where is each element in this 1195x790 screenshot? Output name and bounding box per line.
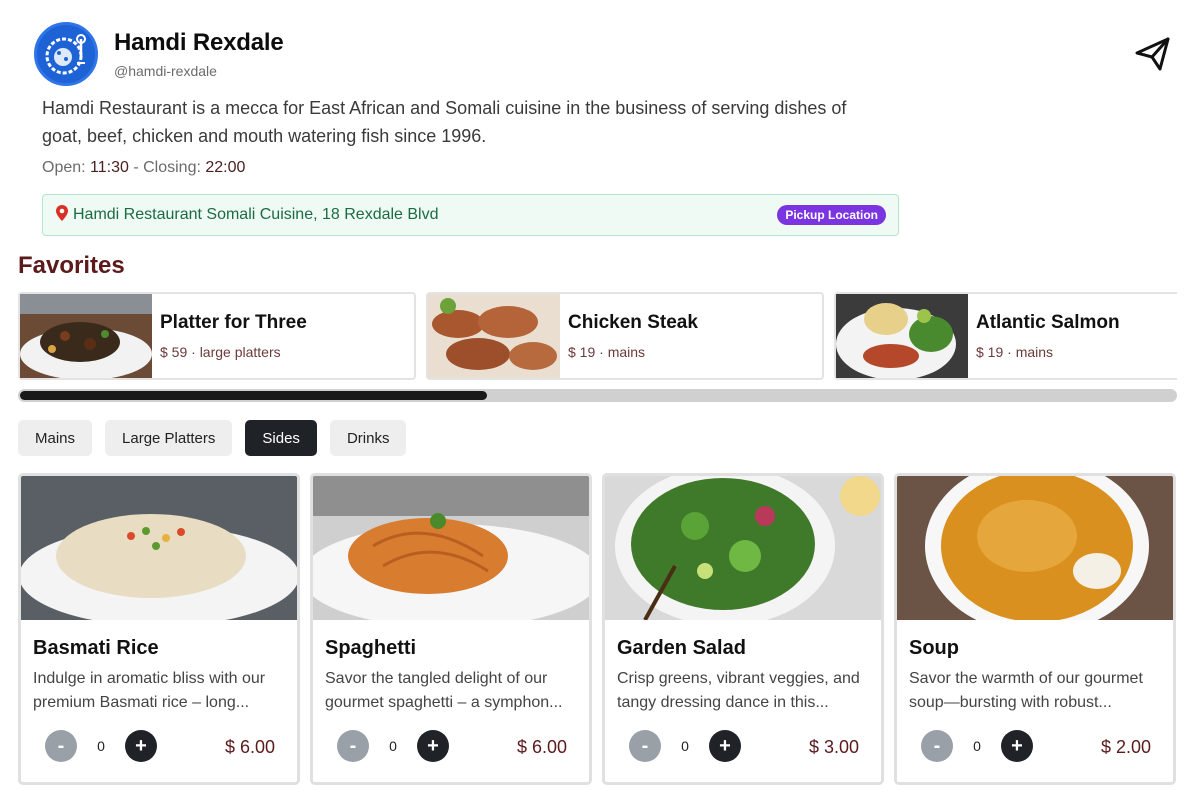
favorite-name: Chicken Steak <box>568 312 698 333</box>
quantity-stepper: - 0 + <box>337 730 449 762</box>
scrollbar-thumb[interactable] <box>20 391 487 400</box>
product-image <box>21 476 297 620</box>
product-price: $ 3.00 <box>808 737 859 757</box>
favorite-meta: $ 19 · mains <box>568 344 646 360</box>
favorites-carousel[interactable]: Platter for Three $ 59 · large platters … <box>18 292 1177 380</box>
favorite-name: Atlantic Salmon <box>976 312 1120 333</box>
product-description: Savor the tangled delight of our gourmet… <box>325 667 581 715</box>
restaurant-header: Hamdi Rexdale @hamdi-rexdale <box>34 22 284 86</box>
product-description-line: gourmet spaghetti – a symphon... <box>325 694 563 711</box>
product-description-line: soup—bursting with robust... <box>909 694 1112 711</box>
pickup-location-bar[interactable]: Hamdi Restaurant Somali Cuisine, 18 Rexd… <box>42 194 899 236</box>
location-address: Hamdi Restaurant Somali Cuisine, 18 Rexd… <box>73 206 439 223</box>
favorite-card[interactable]: Platter for Three $ 59 · large platters <box>18 292 416 380</box>
increase-quantity-button[interactable]: + <box>709 730 741 762</box>
increase-quantity-button[interactable]: + <box>1001 730 1033 762</box>
decrease-quantity-button[interactable]: - <box>921 730 953 762</box>
favorite-card[interactable]: Chicken Steak $ 19 · mains <box>426 292 824 380</box>
favorite-image <box>836 294 968 378</box>
favorite-card[interactable]: Atlantic Salmon $ 19 · mains <box>834 292 1177 380</box>
increase-quantity-button[interactable]: + <box>417 730 449 762</box>
restaurant-logo <box>34 22 98 86</box>
product-description: Crisp greens, vibrant veggies, and tangy… <box>617 667 873 715</box>
favorites-title: Favorites <box>18 252 125 279</box>
brand-block: Hamdi Rexdale @hamdi-rexdale <box>114 29 284 79</box>
product-card[interactable]: Basmati Rice Indulge in aromatic bliss w… <box>18 473 300 785</box>
product-name: Soup <box>909 637 959 659</box>
product-description-line: tangy dressing dance in this... <box>617 694 829 711</box>
product-description: Indulge in aromatic bliss with our premi… <box>33 667 289 715</box>
paper-plane-icon <box>1135 37 1170 71</box>
product-description-line: premium Basmati rice – long... <box>33 694 250 711</box>
product-image <box>313 476 589 620</box>
product-description: Savor the warmth of our gourmet soup—bur… <box>909 667 1165 715</box>
quantity-value: 0 <box>681 738 689 754</box>
tab-mains[interactable]: Mains <box>18 420 93 456</box>
product-price: $ 6.00 <box>224 737 275 757</box>
favorite-meta: $ 59 · large platters <box>160 344 281 360</box>
product-grid: Basmati Rice Indulge in aromatic bliss w… <box>18 473 1176 785</box>
quantity-stepper: - 0 + <box>629 730 741 762</box>
decrease-quantity-button[interactable]: - <box>337 730 369 762</box>
restaurant-handle: @hamdi-rexdale <box>114 63 217 79</box>
product-card[interactable]: Garden Salad Crisp greens, vibrant veggi… <box>602 473 884 785</box>
favorite-meta: $ 19 · mains <box>976 344 1054 360</box>
open-time: 11:30 <box>90 159 129 176</box>
decrease-quantity-button[interactable]: - <box>45 730 77 762</box>
category-tabs: Mains Large Platters Sides Drinks <box>18 420 407 456</box>
product-image <box>605 476 881 620</box>
tab-drinks[interactable]: Drinks <box>329 420 407 456</box>
quantity-value: 0 <box>973 738 981 754</box>
product-price: $ 6.00 <box>516 737 567 757</box>
product-image <box>897 476 1173 620</box>
quantity-value: 0 <box>389 738 397 754</box>
restaurant-name: Hamdi Rexdale <box>114 29 284 56</box>
product-card[interactable]: Spaghetti Savor the tangled delight of o… <box>310 473 592 785</box>
tab-large-platters[interactable]: Large Platters <box>105 420 233 456</box>
favorite-name: Platter for Three <box>160 312 307 333</box>
quantity-stepper: - 0 + <box>921 730 1033 762</box>
closing-label: - Closing: <box>128 159 206 176</box>
quantity-value: 0 <box>97 738 105 754</box>
open-label: Open: <box>42 159 91 176</box>
increase-quantity-button[interactable]: + <box>125 730 157 762</box>
favorites-scrollbar[interactable] <box>18 389 1177 402</box>
favorite-image <box>428 294 560 378</box>
restaurant-description: Hamdi Restaurant is a mecca for East Afr… <box>42 98 847 146</box>
product-description-line: Indulge in aromatic bliss with our <box>33 670 266 687</box>
quantity-stepper: - 0 + <box>45 730 157 762</box>
decrease-quantity-button[interactable]: - <box>629 730 661 762</box>
map-pin-icon <box>55 204 69 227</box>
closing-time: 22:00 <box>205 159 246 176</box>
product-name: Basmati Rice <box>33 637 159 659</box>
favorite-image <box>20 294 152 378</box>
share-button[interactable] <box>1133 34 1173 74</box>
product-card[interactable]: Soup Savor the warmth of our gourmet sou… <box>894 473 1176 785</box>
product-description-line: Savor the warmth of our gourmet <box>909 670 1143 687</box>
tab-sides[interactable]: Sides <box>245 420 317 456</box>
product-description-line: Savor the tangled delight of our <box>325 670 548 687</box>
product-price: $ 2.00 <box>1100 737 1151 757</box>
product-description-line: Crisp greens, vibrant veggies, and <box>617 670 860 687</box>
product-name: Garden Salad <box>617 637 746 659</box>
opening-hours: Open: 11:30 - Closing: 22:00 <box>42 159 245 177</box>
product-name: Spaghetti <box>325 637 417 659</box>
pickup-location-badge: Pickup Location <box>777 205 886 225</box>
